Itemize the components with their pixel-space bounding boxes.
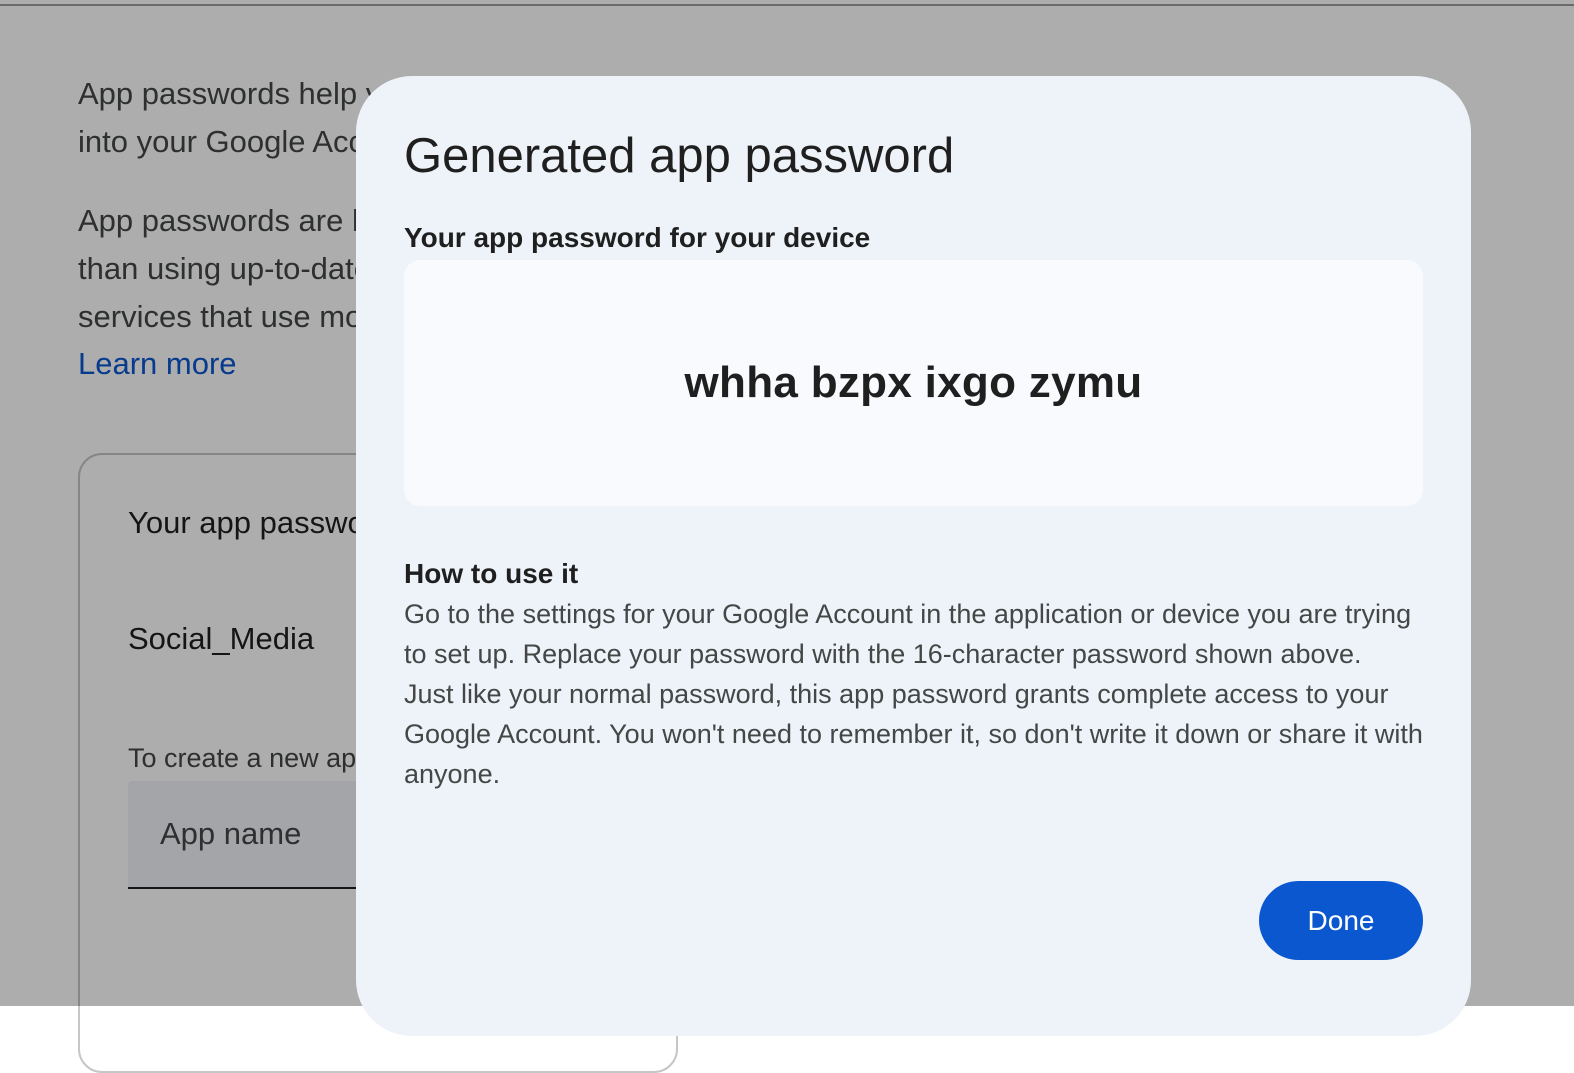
password-label: Your app password for your device (404, 222, 871, 253)
how-to-use-instructions: Go to the settings for your Google Accou… (404, 599, 1412, 669)
how-to-use-section: How to use it Go to the settings for you… (404, 554, 1423, 794)
done-button[interactable]: Done (1259, 881, 1423, 960)
how-to-use-title: How to use it (404, 558, 579, 589)
password-display: whha bzpx ixgo zymu (404, 260, 1423, 506)
generated-password-value[interactable]: whha bzpx ixgo zymu (685, 358, 1143, 408)
dialog-title: Generated app password (404, 129, 955, 183)
how-to-use-warning: Just like your normal password, this app… (404, 679, 1423, 789)
generated-password-dialog: Generated app password Your app password… (356, 76, 1471, 1036)
